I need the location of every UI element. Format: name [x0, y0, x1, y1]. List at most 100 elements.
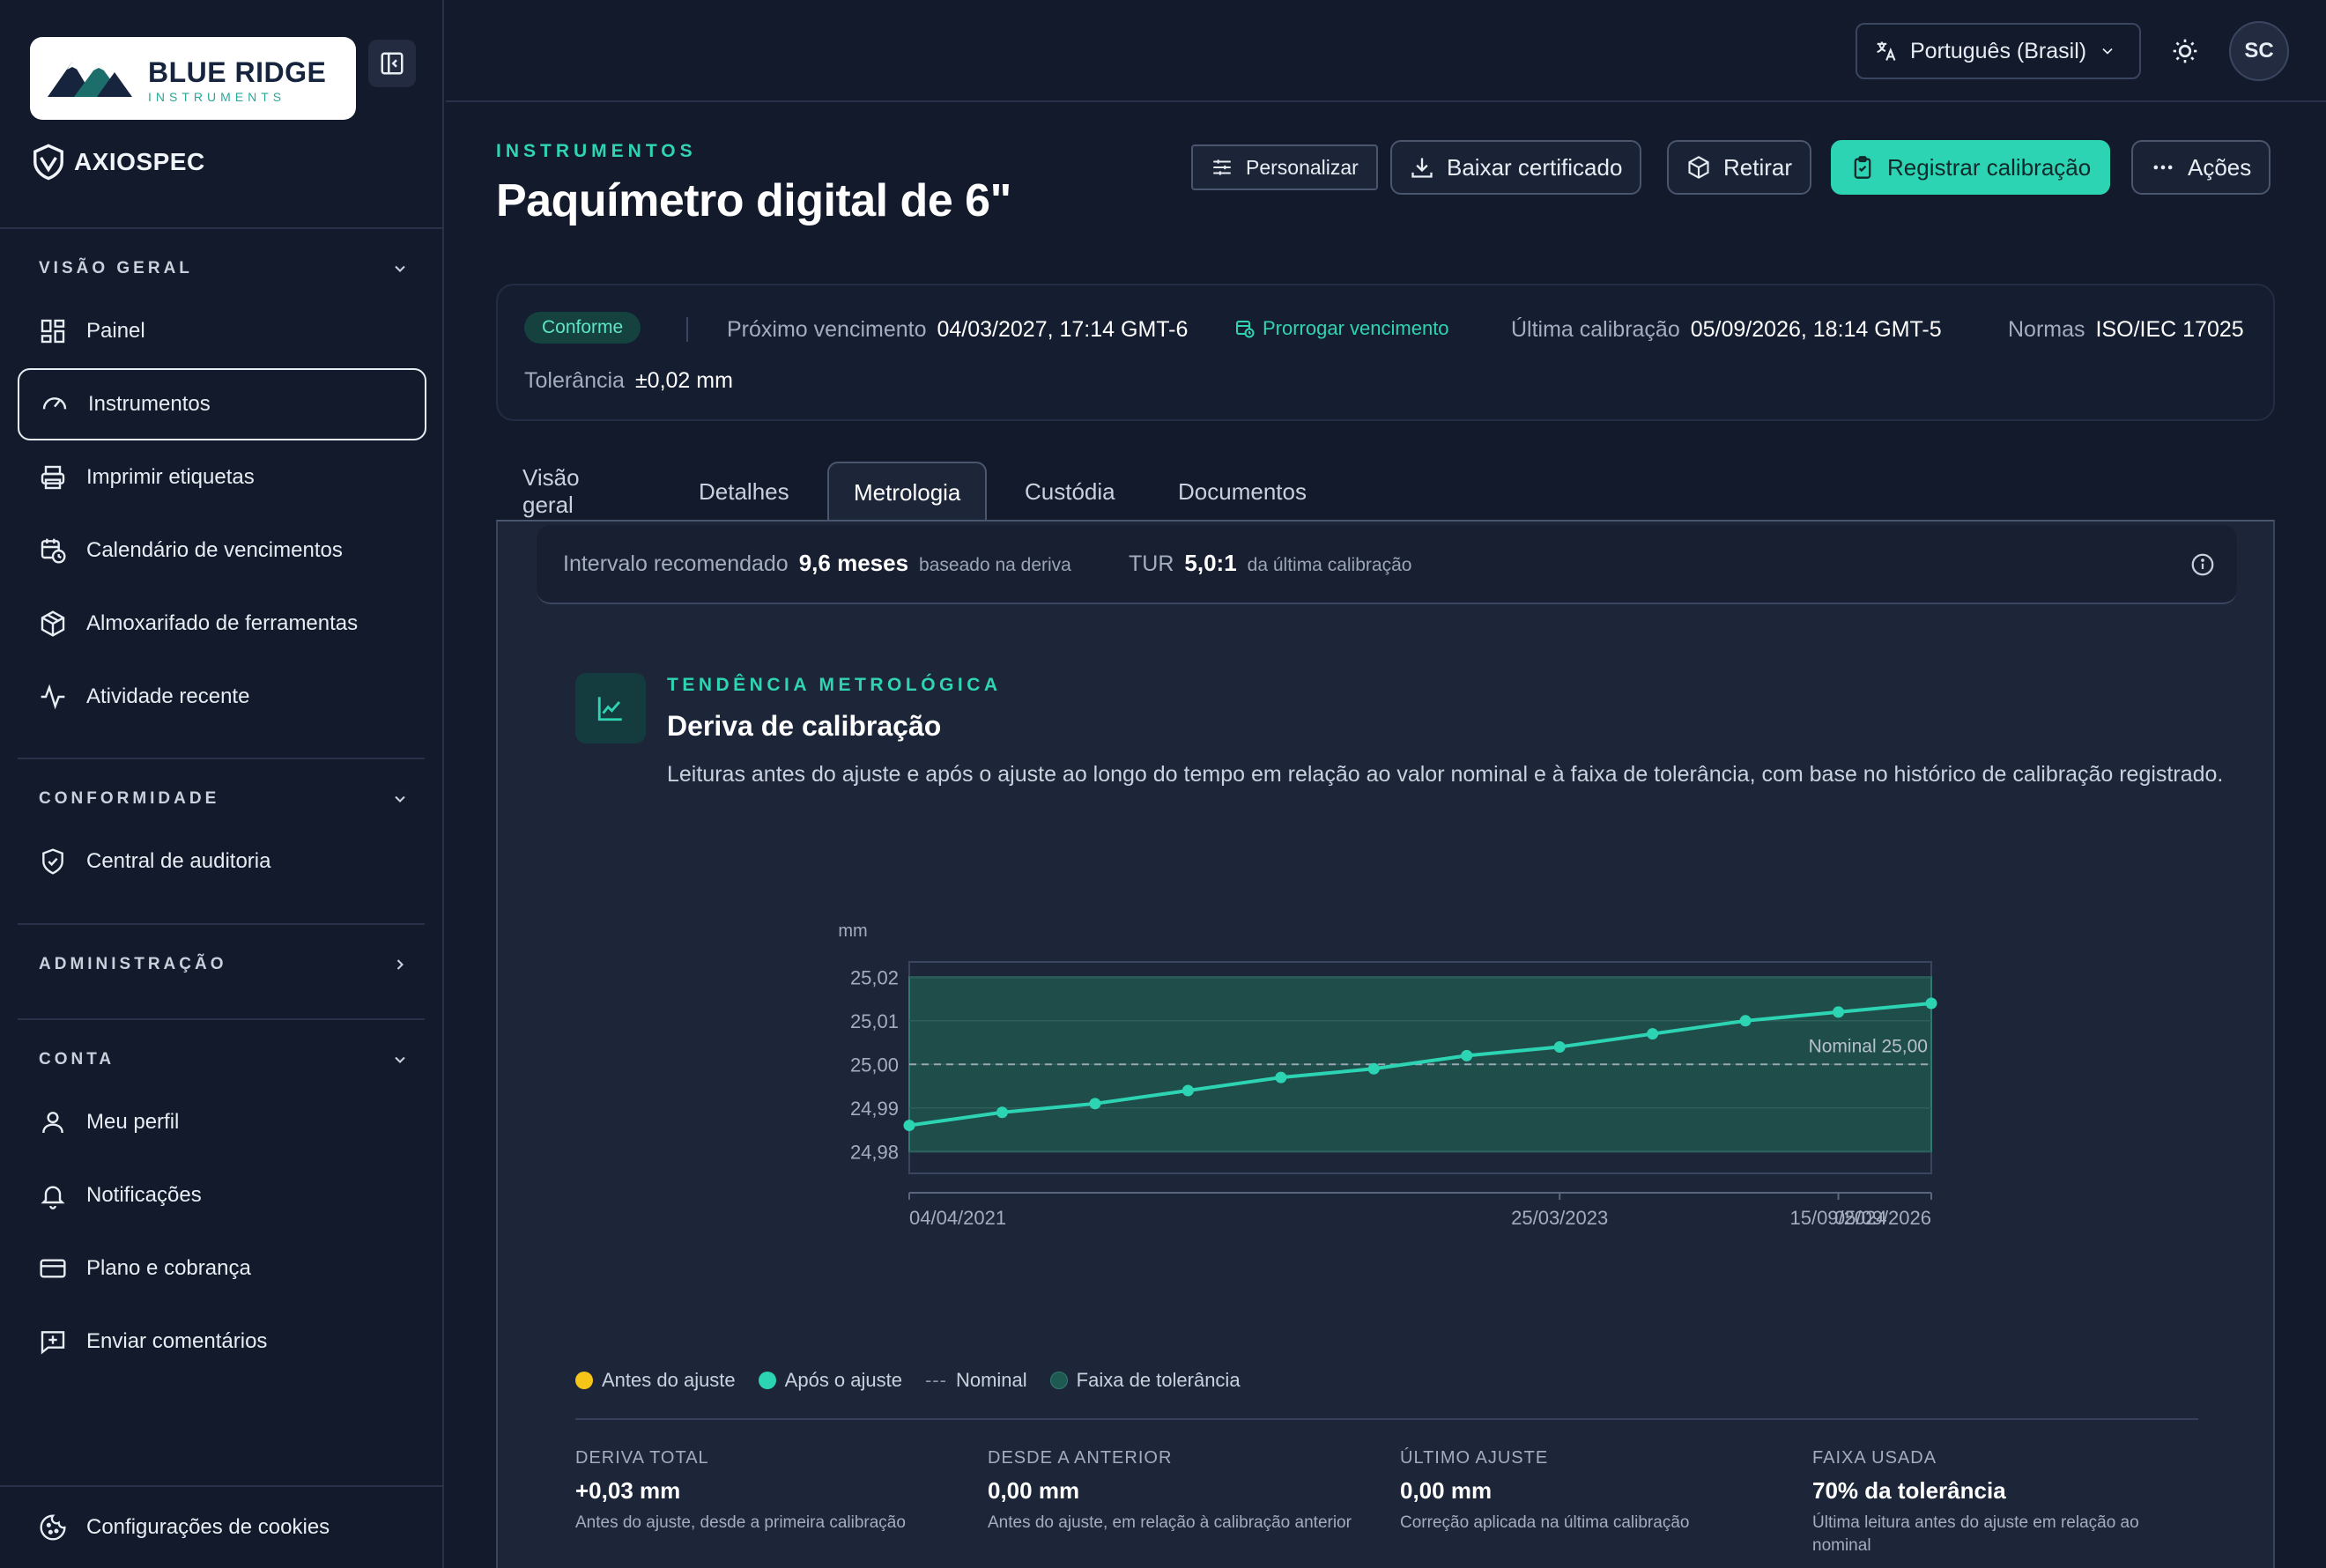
tab-details[interactable]: Detalhes [699, 462, 789, 521]
stat-description: Última leitura antes do ajuste em relaçã… [1812, 1513, 2139, 1555]
sidebar-item-instruments[interactable]: Instrumentos [18, 368, 426, 440]
data-point [996, 1106, 1008, 1119]
activity-icon [41, 684, 65, 710]
shield-logo-icon [33, 144, 63, 181]
calendar-clock-icon [41, 538, 66, 564]
legend-item-nominal[interactable]: --- Nominal [925, 1369, 1027, 1392]
legend-dot [575, 1372, 593, 1389]
button-label: Ações [2188, 153, 2252, 181]
next-due-value: 04/03/2027, 17:14 GMT-6 [937, 317, 1189, 342]
info-icon[interactable] [2189, 551, 2216, 578]
logo-subtitle: INSTRUMENTS [148, 90, 286, 104]
legend-label: Após o ajuste [784, 1369, 902, 1391]
last-calibration: Última calibração 05/09/2026, 18:14 GMT-… [1511, 317, 1942, 343]
language-select[interactable]: Português (Brasil) [1856, 23, 2141, 79]
stat-description: Correção aplicada na última calibração [1400, 1513, 1690, 1532]
page-eyebrow: INSTRUMENTOS [496, 141, 697, 161]
nominal-label: Nominal 25,00 [1809, 1036, 1928, 1056]
calendar-clock-icon [1236, 321, 1255, 338]
mountains-logo-icon [48, 62, 132, 97]
avatar[interactable]: SC [2229, 21, 2289, 81]
bell-icon [41, 1186, 65, 1209]
tab-documents[interactable]: Documentos [1178, 462, 1307, 521]
legend-item-tolerance[interactable]: Faixa de tolerância [1049, 1369, 1241, 1392]
sidebar-item-notifications[interactable]: Notificações [18, 1159, 426, 1231]
section-compliance[interactable]: CONFORMIDADE [39, 789, 409, 809]
theme-toggle[interactable] [2167, 33, 2203, 73]
tur-ratio: TUR 5,0:1 da última calibração [1129, 550, 1411, 577]
download-icon [1411, 158, 1433, 178]
x-tick-label: 25/03/2023 [1511, 1207, 1608, 1229]
extend-due-link[interactable]: Prorrogar vencimento [1234, 317, 1449, 340]
button-label: Retirar [1723, 153, 1793, 181]
tab-overview[interactable]: Visão geral [522, 462, 580, 521]
next-due-label: Próximo vencimento [727, 317, 927, 342]
sidebar-item-calendar[interactable]: Calendário de vencimentos [18, 514, 426, 587]
sidebar-item-label: Painel [86, 319, 145, 343]
company-logo[interactable]: BLUE RIDGE INSTRUMENTS [30, 37, 356, 120]
legend-item-after[interactable]: Após o ajuste [758, 1369, 902, 1392]
chevron-down-icon [2102, 48, 2113, 55]
y-tick-label: 25,00 [850, 1054, 899, 1076]
stat-label: DESDE A ANTERIOR [988, 1448, 1173, 1468]
tur-note: da última calibração [1247, 555, 1412, 575]
customize-button[interactable]: Personalizar [1191, 144, 1378, 190]
divider [575, 1418, 2198, 1420]
data-point [1461, 1049, 1473, 1061]
button-label: Baixar certificado [1447, 153, 1623, 181]
sidebar-item-cookies[interactable]: Configurações de cookies [18, 1491, 426, 1564]
divider [686, 317, 688, 342]
collapse-sidebar-button[interactable] [368, 40, 416, 87]
printer-icon [41, 465, 65, 490]
sidebar-item-profile[interactable]: Meu perfil [18, 1086, 426, 1158]
download-certificate-button[interactable]: Baixar certificado [1390, 140, 1642, 195]
section-label: CONFORMIDADE [39, 789, 220, 808]
user-icon [42, 1112, 63, 1134]
stat-description: Antes do ajuste, desde a primeira calibr… [575, 1513, 906, 1532]
sidebar-item-dashboard[interactable]: Painel [18, 295, 426, 367]
package-icon [1688, 156, 1709, 179]
sidebar-item-billing[interactable]: Plano e cobrança [18, 1232, 426, 1305]
tab-custody[interactable]: Custódia [1025, 462, 1115, 521]
chart-eyebrow: TENDÊNCIA METROLÓGICA [667, 675, 1002, 695]
section-admin[interactable]: ADMINISTRAÇÃO [39, 955, 409, 974]
divider [0, 227, 444, 229]
button-label: Registrar calibração [1887, 153, 2092, 181]
standards-value: ISO/IEC 17025 [2095, 317, 2244, 342]
tolerance-label: Tolerância [524, 368, 625, 393]
tab-metrology[interactable]: Metrologia [827, 462, 988, 521]
chart-layer: 25,02 25,01 25,00 24,99 24,98 Nominal 25,00 04… [850, 961, 1937, 1229]
section-overview[interactable]: VISÃO GERAL [39, 259, 409, 278]
stat-value: 70% da tolerância [1812, 1477, 2006, 1504]
data-point [1367, 1062, 1380, 1075]
sidebar-item-labels[interactable]: Imprimir etiquetas [18, 441, 426, 514]
status-badge: Conforme [524, 312, 641, 344]
sidebar-item-label: Imprimir etiquetas [86, 465, 255, 489]
chart-title: Deriva de calibração [667, 710, 942, 742]
checkout-button[interactable]: Retirar [1667, 140, 1812, 195]
sidebar-item-audit[interactable]: Central de auditoria [18, 825, 426, 898]
recommended-interval: Intervalo recomendado 9,6 meses baseado … [563, 550, 1071, 577]
legend-label: Antes do ajuste [602, 1369, 736, 1391]
sidebar-item-activity[interactable]: Atividade recente [18, 661, 426, 733]
tur-value: 5,0:1 [1184, 550, 1237, 576]
legend-item-before[interactable]: Antes do ajuste [575, 1369, 736, 1392]
chevron-down-icon [395, 795, 405, 802]
register-calibration-button[interactable]: Registrar calibração [1831, 140, 2111, 195]
stat-value: +0,03 mm [575, 1477, 681, 1504]
sidebar-item-label: Notificações [86, 1183, 202, 1207]
sidebar-item-label: Meu perfil [86, 1110, 180, 1134]
data-point [1182, 1084, 1194, 1097]
recommendation-strip: Intervalo recomendado 9,6 meses baseado … [537, 525, 2237, 604]
section-account[interactable]: CONTA [39, 1050, 409, 1069]
section-label: CONTA [39, 1050, 115, 1069]
sun-icon [2173, 39, 2197, 63]
sidebar-item-warehouse[interactable]: Almoxarifado de ferramentas [18, 588, 426, 660]
sidebar-item-feedback[interactable]: Enviar comentários [18, 1305, 426, 1378]
sidebar: BLUE RIDGE INSTRUMENTS AXIOSPEC VISÃO GE… [0, 0, 444, 1568]
last-calibration-value: 05/09/2026, 18:14 GMT-5 [1690, 317, 1942, 342]
sidebar-collapse-icon [381, 52, 404, 75]
actions-button[interactable]: Ações [2131, 140, 2271, 195]
y-tick-label: 25,01 [850, 1010, 899, 1032]
clipboard-check-icon [1854, 156, 1871, 179]
